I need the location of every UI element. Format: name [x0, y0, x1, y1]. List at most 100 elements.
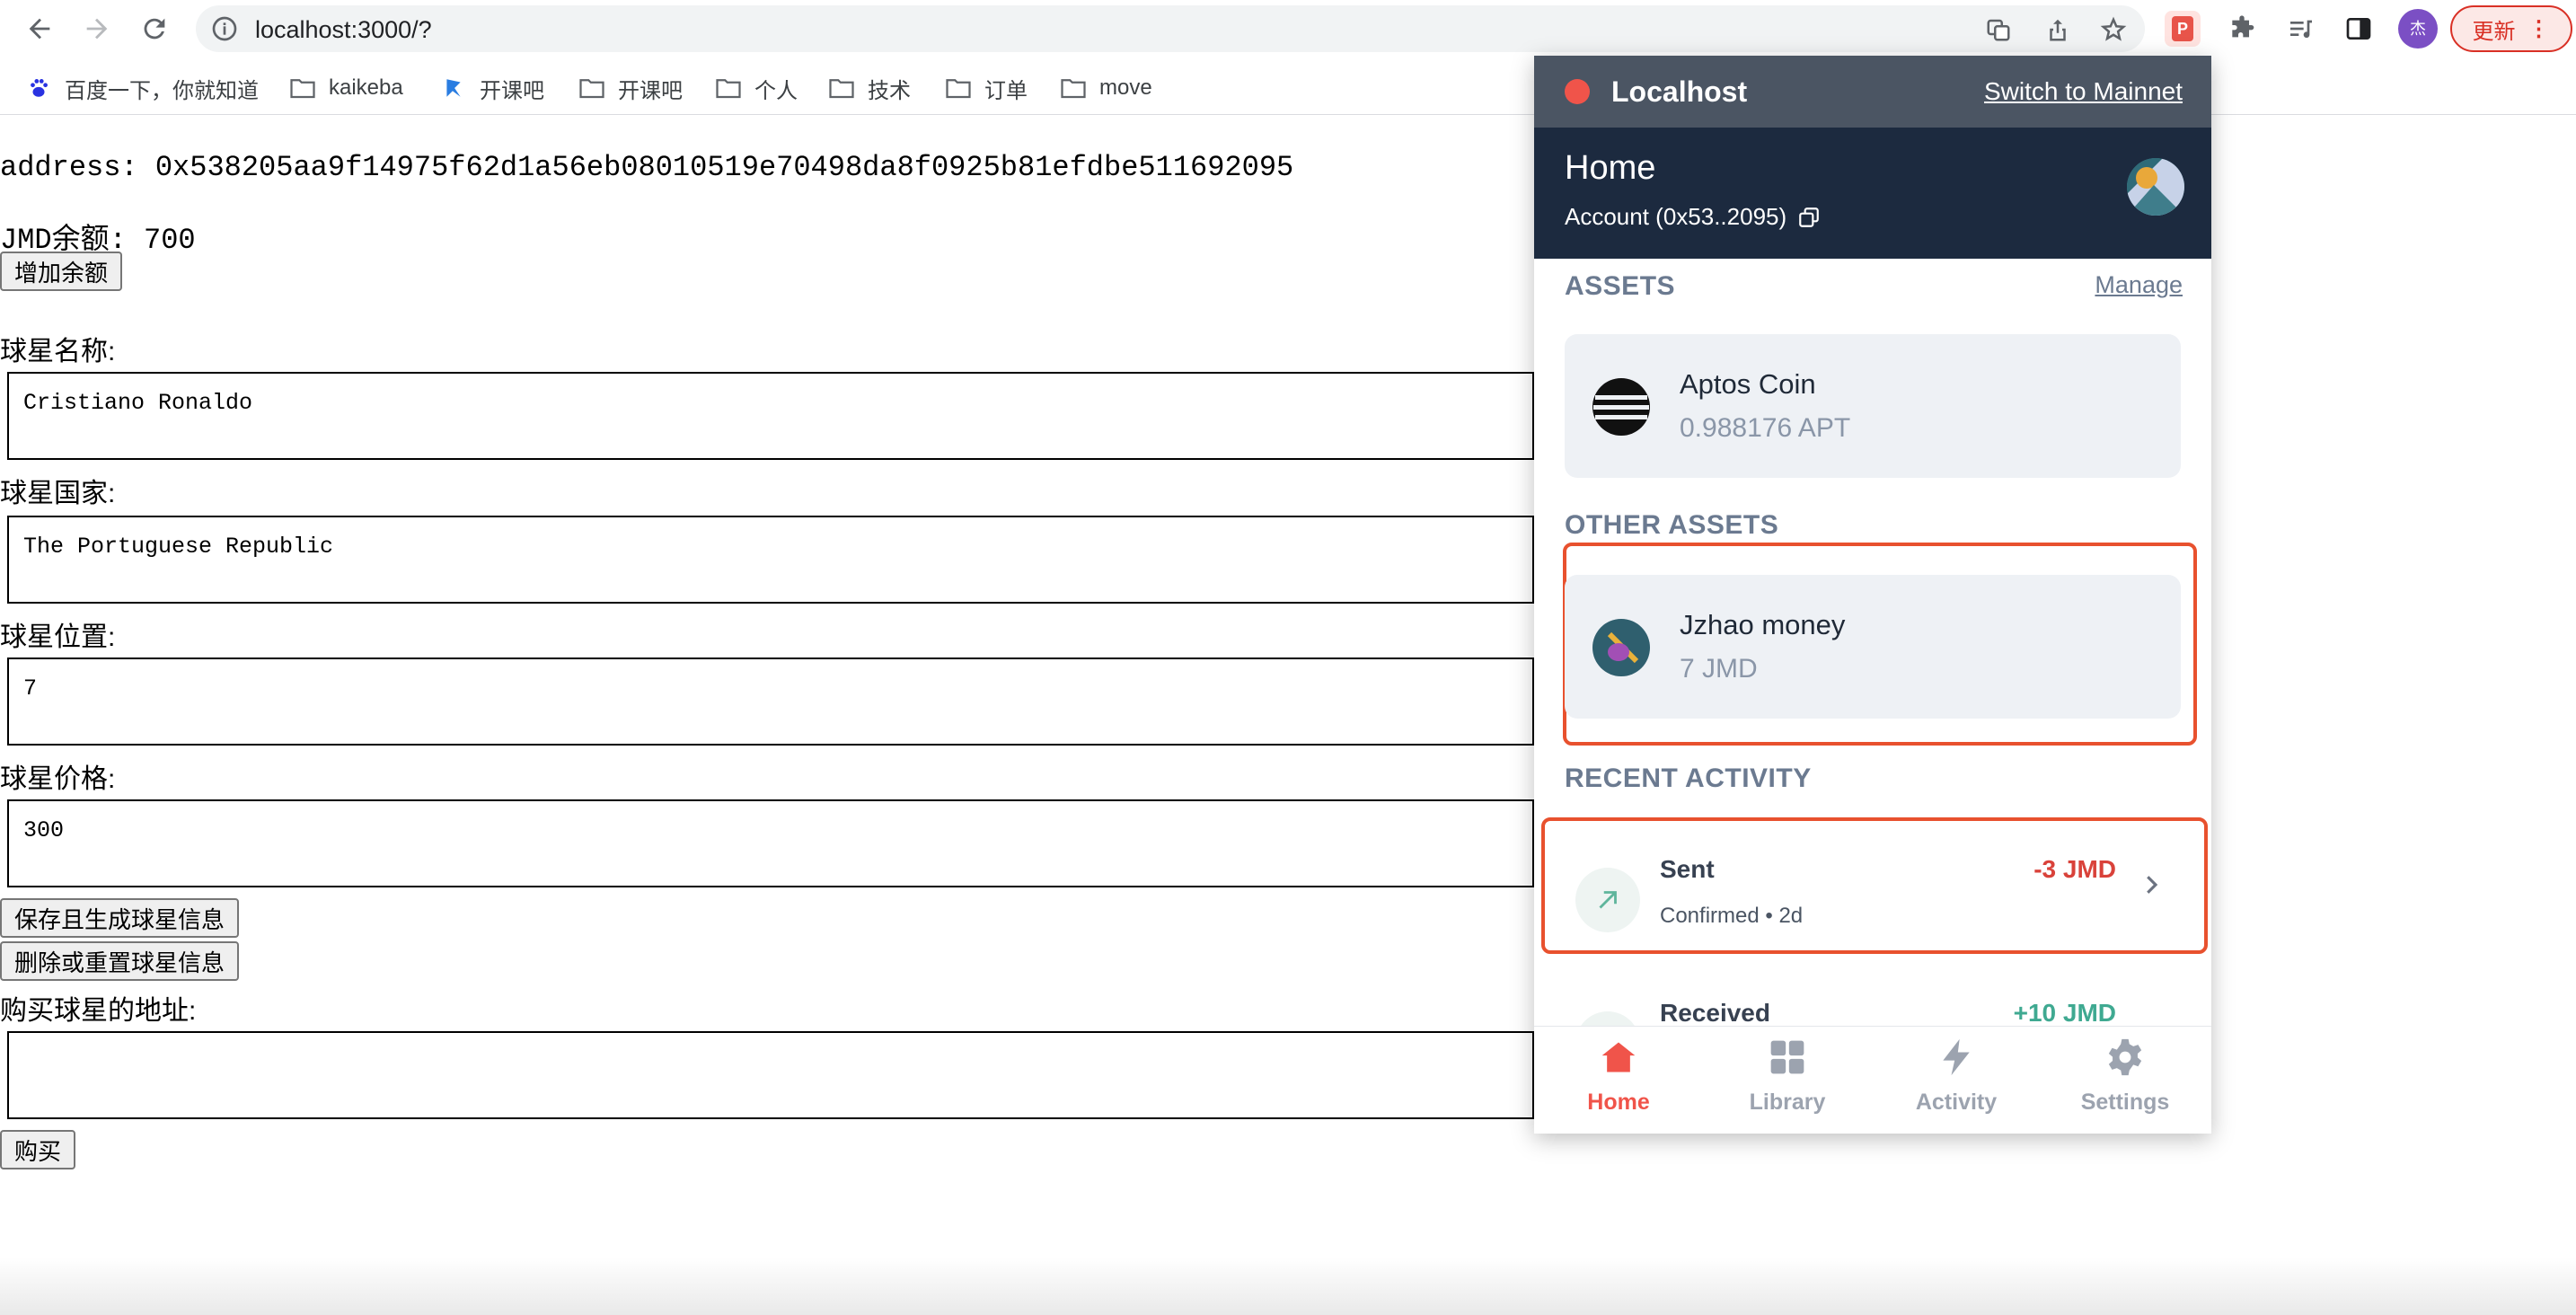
profile-avatar[interactable]: 杰: [2398, 9, 2438, 49]
folder-icon: [290, 79, 315, 99]
bookmark-label: 个人: [754, 78, 798, 103]
delete-player-button[interactable]: 删除或重置球星信息: [0, 941, 240, 981]
bookmark-label: kaikeba: [329, 75, 403, 100]
bookmark-baidu[interactable]: 百度一下，你就知道: [25, 72, 259, 104]
wallet-title: Home: [1565, 149, 1656, 187]
copy-icon[interactable]: [1797, 206, 1821, 229]
account-address[interactable]: Account (0x53..2095): [1565, 203, 1821, 231]
recent-activity-heading: RECENT ACTIVITY: [1565, 763, 1812, 793]
position-value: 7: [23, 675, 38, 702]
other-assets-heading: OTHER ASSETS: [1565, 510, 1779, 540]
network-name: Localhost: [1611, 75, 1748, 108]
name-field[interactable]: Cristiano Ronaldo: [7, 372, 1534, 460]
asset-name: Jzhao money: [1680, 609, 1846, 640]
activity-title: Sent: [1660, 855, 1715, 883]
nav-label: Home: [1587, 1090, 1650, 1115]
reload-icon: [144, 18, 165, 40]
asset-card-jzhao[interactable]: Jzhao money 7 JMD: [1565, 575, 2181, 719]
bookmark-personal[interactable]: 个人: [715, 72, 798, 104]
bookmark-orders[interactable]: 订单: [945, 72, 1028, 104]
bookmark-label: move: [1099, 75, 1152, 100]
folder-icon: [946, 79, 971, 99]
window-bottom-shadow: [0, 1258, 2576, 1315]
buy-button[interactable]: 购买: [0, 1130, 76, 1169]
nav-label: Activity: [1915, 1090, 1998, 1115]
address-text: address: 0x538205aa9f14975f62d1a56eb0801…: [0, 151, 1294, 184]
switch-network-link[interactable]: Switch to Mainnet: [1984, 77, 2183, 106]
bookmark-kaikeba-folder[interactable]: 开课吧: [578, 72, 683, 104]
arrow-up-right-icon: [1575, 868, 1640, 932]
activity-item-sent[interactable]: Sent Confirmed • 2d -3 JMD: [1548, 825, 2197, 950]
activity-amount: +10 JMD: [2013, 999, 2116, 1027]
menu-dots-icon: ⋮: [2527, 16, 2551, 41]
nav-label: Library: [1749, 1090, 1826, 1115]
info-icon[interactable]: [210, 14, 239, 43]
address-bar[interactable]: localhost:3000/?: [196, 5, 2145, 52]
manage-link[interactable]: Manage: [2095, 271, 2183, 299]
home-icon: [1601, 1042, 1636, 1072]
asset-card-aptos[interactable]: Aptos Coin 0.988176 APT: [1565, 334, 2181, 478]
kaikeba-logo-icon: [446, 79, 461, 97]
puzzle-icon[interactable]: [2226, 13, 2258, 45]
browser-toolbar: localhost:3000/? P 杰 更新 ⋮: [0, 0, 2576, 57]
bookmark-kaikeba[interactable]: kaikeba: [289, 72, 403, 104]
grid-icon: [1770, 1040, 1804, 1074]
nav-label: Settings: [2080, 1090, 2170, 1115]
price-value: 300: [23, 817, 65, 843]
bookmark-label: 开课吧: [480, 78, 544, 103]
name-label: 球星名称:: [0, 337, 116, 366]
nav-library[interactable]: Library: [1703, 1027, 1872, 1134]
arrow-right-icon: [86, 18, 108, 40]
asset-balance: 0.988176 APT: [1680, 413, 1851, 443]
activity-title: Received: [1660, 999, 1770, 1027]
buyer-address-label: 购买球星的地址:: [0, 996, 197, 1026]
position-field[interactable]: 7: [7, 658, 1534, 746]
wallet-popup: Localhost Switch to Mainnet Home Account…: [1534, 56, 2211, 1134]
network-status-dot: [1565, 79, 1590, 104]
bookmark-label: 开课吧: [618, 78, 683, 103]
assets-heading: ASSETS: [1565, 271, 1676, 301]
bookmark-label: 技术: [868, 78, 911, 103]
side-panel-icon[interactable]: [2342, 13, 2375, 45]
account-label: Account (0x53..2095): [1565, 203, 1787, 230]
bookmark-kaikeba-site[interactable]: 开课吧: [440, 72, 544, 104]
share-icon[interactable]: [2044, 16, 2071, 43]
nav-home[interactable]: Home: [1534, 1027, 1703, 1134]
country-label: 球星国家:: [0, 479, 116, 508]
update-button[interactable]: 更新 ⋮: [2450, 5, 2572, 52]
reload-button[interactable]: [133, 7, 176, 50]
folder-icon: [579, 79, 604, 99]
star-icon[interactable]: [2100, 16, 2127, 43]
activity-amount: -3 JMD: [2033, 855, 2116, 883]
bookmark-label: 订单: [984, 78, 1028, 103]
back-button[interactable]: [18, 7, 61, 50]
folder-icon: [1061, 79, 1086, 99]
save-player-button[interactable]: 保存且生成球星信息: [0, 898, 240, 938]
bookmark-move[interactable]: move: [1060, 72, 1152, 104]
forward-button[interactable]: [75, 7, 119, 50]
update-label: 更新: [2472, 19, 2516, 44]
folder-icon: [716, 79, 741, 99]
position-label: 球星位置:: [0, 622, 116, 652]
nav-activity[interactable]: Activity: [1872, 1027, 2041, 1134]
add-balance-button[interactable]: 增加余额: [0, 252, 123, 291]
baidu-icon: [31, 79, 48, 97]
media-control-icon[interactable]: [2285, 13, 2317, 45]
url-text[interactable]: localhost:3000/?: [255, 16, 432, 44]
translate-icon[interactable]: [1985, 16, 2012, 43]
arrow-left-icon: [29, 18, 50, 40]
folder-icon: [829, 79, 854, 99]
country-field[interactable]: The Portuguese Republic: [7, 516, 1534, 604]
gear-icon: [2108, 1038, 2142, 1076]
jzhao-coin-icon: [1592, 619, 1650, 676]
nav-settings[interactable]: Settings: [2041, 1027, 2210, 1134]
buyer-address-field[interactable]: [7, 1031, 1534, 1119]
bookmark-tech[interactable]: 技术: [828, 72, 911, 104]
petra-extension-icon[interactable]: P: [2165, 11, 2201, 47]
price-field[interactable]: 300: [7, 799, 1534, 887]
account-avatar[interactable]: [2127, 158, 2184, 216]
price-label: 球星价格:: [0, 764, 116, 794]
network-bar: Localhost Switch to Mainnet: [1534, 56, 2211, 128]
asset-name: Aptos Coin: [1680, 368, 1816, 400]
asset-balance: 7 JMD: [1680, 654, 1758, 684]
